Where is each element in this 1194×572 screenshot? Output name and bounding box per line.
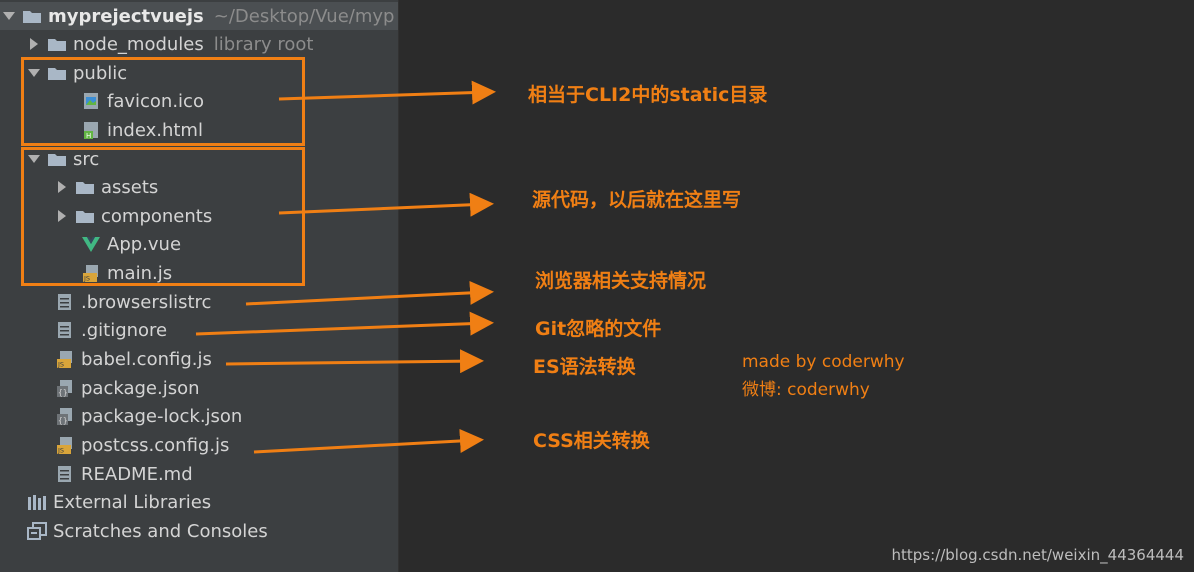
arrow-src [278, 192, 494, 217]
credit-line-1: made by coderwhy [742, 352, 905, 372]
arrow-browserslistrc [245, 280, 494, 306]
annotation-gitignore: Git忽略的文件 [535, 318, 662, 340]
annotation-postcss: CSS相关转换 [533, 430, 650, 452]
credit-line-2: 微博: coderwhy [742, 380, 870, 400]
watermark-url: https://blog.csdn.net/weixin_44364444 [891, 546, 1184, 564]
annotation-src: 源代码，以后就在这里写 [532, 189, 742, 211]
annotation-browserslistrc: 浏览器相关支持情况 [535, 270, 707, 292]
arrow-postcss [253, 428, 484, 454]
arrow-babel [225, 349, 484, 374]
arrow-gitignore [195, 311, 494, 336]
arrow-public [278, 80, 496, 105]
annotation-babel: ES语法转换 [533, 356, 636, 378]
annotation-public: 相当于CLI2中的static目录 [528, 84, 768, 106]
